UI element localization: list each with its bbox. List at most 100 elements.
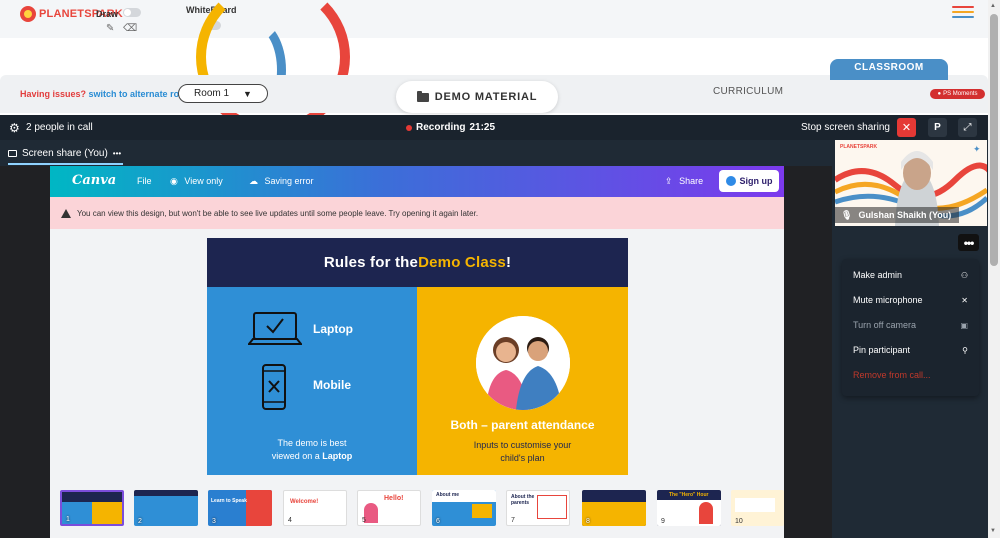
classroom-tab-underline [830, 75, 948, 80]
scroll-down-icon[interactable]: ▼ [990, 528, 996, 534]
canva-window: Canva File ◉ View only ☁ Saving error ⇪ … [50, 166, 784, 538]
page-scrollbar[interactable]: ▲ ▼ [988, 0, 1000, 538]
curriculum-tab[interactable]: CURRICULUM [713, 86, 783, 97]
recording-time: 21:25 [469, 122, 496, 133]
stop-sharing-label: Stop screen sharing [801, 122, 890, 133]
slide-thumbnail[interactable]: Learn to Speak 3 [208, 490, 272, 526]
slide-thumbnail[interactable]: 8 [582, 490, 646, 526]
menu-item-mute-microphone[interactable]: Mute microphone ✕ [853, 295, 968, 305]
slide-thumbnail[interactable]: About the parents 7 [506, 490, 570, 526]
thumb-yellow-band [582, 502, 646, 526]
hamburger-line [952, 16, 974, 18]
gear-icon[interactable]: ⚙ [9, 121, 20, 135]
ps-moments-label: PS Moments [943, 91, 978, 97]
participant-name: Gulshan Shaikh (You) [858, 210, 952, 220]
slide-thumbnail[interactable]: About me 6 [432, 490, 496, 526]
thumbnail-label: About me [436, 492, 460, 498]
eye-icon: ◉ [170, 176, 178, 186]
shared-screen: Canva File ◉ View only ☁ Saving error ⇪ … [0, 166, 832, 538]
participant-p-button[interactable]: P [928, 118, 947, 137]
top-bar: PLANETSPARK Draw ✎ ⌫ WhiteBoard [0, 0, 988, 38]
pencil-icon[interactable]: ✎ [106, 23, 114, 34]
recording-label: Recording [416, 122, 466, 133]
menu-item-remove-from-call[interactable]: Remove from call... [853, 370, 968, 380]
slide-thumbnail[interactable]: The "Hero" Hour 9 [657, 490, 721, 526]
demo-best-text: The demo is best viewed on a Laptop [207, 437, 417, 463]
both-attendance-label: Both – parent attendance [450, 418, 595, 432]
alternate-room-link[interactable]: switch to alternate room [89, 89, 193, 99]
stop-sharing-button[interactable]: ✕ [897, 118, 916, 137]
slide-title-suffix: ! [505, 254, 512, 271]
thumb-card [735, 498, 775, 512]
scrollbar-thumb[interactable] [990, 14, 998, 266]
thumbnail-number: 4 [288, 517, 292, 524]
canva-file-menu[interactable]: File [137, 176, 152, 186]
screen-share-tab[interactable]: Screen share (You) ••• [8, 148, 121, 159]
view-only-status[interactable]: ◉ View only [170, 176, 223, 187]
saving-error-status[interactable]: ☁ Saving error [249, 176, 314, 187]
warning-icon [61, 208, 71, 218]
scroll-up-icon[interactable]: ▲ [990, 3, 996, 9]
user-admin-icon: ⚇ [960, 270, 968, 280]
thumbnail-label: Welcome! [290, 499, 319, 505]
recording-dot-icon [406, 124, 412, 131]
thumbnail-number: 3 [212, 518, 216, 525]
video-call: ⚙ 2 people in call Recording 21:25 Stop … [0, 115, 988, 538]
menu-item-turn-off-camera[interactable]: Turn off camera ▣ [853, 320, 968, 330]
slide-thumbnail[interactable]: Welcome! 4 [283, 490, 347, 526]
participant-more-button[interactable]: ••• [958, 234, 979, 251]
participant-name-tag: 🎙 Gulshan Shaikh (You) [835, 207, 959, 223]
menu-item-pin-participant[interactable]: Pin participant ⚲ [853, 345, 968, 355]
share-upload-icon: ⇪ [665, 176, 673, 186]
slide-title-highlight: Demo Class [418, 254, 506, 271]
inputs-line-1: Inputs to customise your [473, 440, 572, 450]
inputs-text: Inputs to customise your child's plan [417, 439, 628, 465]
canva-share-button[interactable]: ⇪ Share [665, 176, 703, 187]
sign-up-button[interactable]: Sign up [719, 170, 779, 192]
canva-logo[interactable]: Canva [72, 173, 116, 188]
expand-icon[interactable]: ⤢ [958, 118, 977, 137]
thumbnail-number: 1 [66, 516, 70, 523]
viewed-on-text: viewed on a [271, 451, 323, 461]
warning-text: You can view this design, but won't be a… [77, 208, 479, 218]
screen-share-more-icon[interactable]: ••• [113, 149, 121, 158]
draw-toggle[interactable] [123, 8, 141, 17]
ps-moments-button[interactable]: ● PS Moments [930, 89, 985, 99]
eraser-icon[interactable]: ⌫ [123, 23, 137, 34]
thumbnail-number: 2 [138, 518, 142, 525]
room-select[interactable]: Room 1 ▼ [178, 84, 268, 103]
demo-material-button[interactable]: DEMO MATERIAL [396, 81, 558, 113]
dropdown-arrow-icon: ▼ [243, 88, 252, 99]
slide-thumbnail[interactable]: Hello! 5 [357, 490, 421, 526]
demo-material-label: DEMO MATERIAL [434, 91, 538, 103]
menu-item-label: Mute microphone [853, 295, 923, 305]
screen-share-icon [8, 150, 17, 157]
call-header: ⚙ 2 people in call Recording 21:25 Stop … [0, 115, 988, 140]
thumbnail-number: 6 [436, 518, 440, 525]
screen-share-label: Screen share (You) [22, 148, 108, 159]
slide-thumbnail[interactable]: 10 [731, 490, 784, 526]
logo-mark-icon [20, 6, 36, 22]
participant-video[interactable]: PLANETSPARK ✦ 🎙 Gulshan Shaikh (You) [835, 140, 987, 226]
screen-share-tab-underline [8, 163, 123, 165]
laptop-label: Laptop [313, 322, 353, 336]
issues-text: Having issues? switch to alternate room [20, 89, 193, 99]
hamburger-menu-icon[interactable] [952, 6, 974, 21]
people-count: 2 people in call [26, 122, 93, 133]
room-label: Room 1 [194, 88, 230, 99]
slide-thumbnails: 1 2 Learn to Speak 3 Welcome! 4 Hello! 5… [50, 490, 784, 538]
pin-icon: ⚲ [962, 345, 968, 355]
canva-c-icon [725, 176, 736, 186]
camera-off-icon: ▣ [960, 320, 968, 330]
slide-right-panel: Both – parent attendance Inputs to custo… [417, 287, 628, 475]
classroom-tab[interactable]: CLASSROOM [830, 59, 948, 75]
inputs-line-2: child's plan [500, 453, 545, 463]
slide-thumbnail[interactable]: 2 [134, 490, 198, 526]
sparkle-icon: ✦ [973, 144, 981, 154]
menu-item-make-admin[interactable]: Make admin ⚇ [853, 270, 968, 280]
issues-label: Having issues? [20, 89, 87, 99]
slide-thumbnail[interactable]: 1 [60, 490, 124, 526]
microphone-icon: 🎙 [841, 209, 853, 220]
thumb-hero [699, 502, 713, 524]
laptop-icon [248, 312, 302, 345]
